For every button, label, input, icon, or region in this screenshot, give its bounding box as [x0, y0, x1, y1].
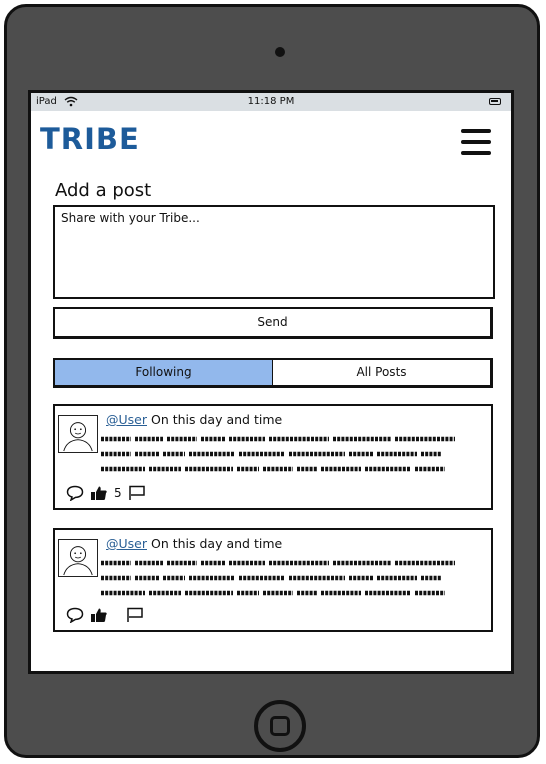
post-actions	[66, 606, 144, 624]
screen: iPad 11:18 PM TRIBE Add a post Send Foll…	[28, 90, 514, 674]
tab-all-posts[interactable]: All Posts	[273, 360, 490, 385]
post-card: @User On this day and time	[53, 528, 493, 632]
comment-icon[interactable]	[66, 485, 84, 501]
user-link[interactable]: @User	[106, 536, 147, 551]
post-body-placeholder	[101, 436, 455, 472]
like-count: 5	[114, 486, 122, 500]
post-input[interactable]	[53, 205, 495, 299]
menu-bar	[461, 129, 491, 133]
menu-bar	[461, 140, 491, 144]
flag-icon[interactable]	[126, 607, 144, 623]
battery-icon	[489, 98, 501, 105]
home-button-inner	[270, 716, 290, 736]
post-actions: 5	[66, 484, 146, 502]
app-logo: TRIBE	[40, 122, 140, 156]
flag-icon[interactable]	[128, 485, 146, 501]
status-bar: iPad 11:18 PM	[31, 93, 511, 111]
post-card: @User On this day and time 5	[53, 404, 493, 510]
post-timestamp: On this day and time	[150, 412, 283, 427]
home-button[interactable]	[254, 700, 306, 752]
avatar	[58, 415, 98, 453]
send-button[interactable]: Send	[53, 307, 493, 339]
camera	[275, 47, 285, 57]
tab-following[interactable]: Following	[55, 360, 273, 385]
post-header: @User On this day and time	[106, 536, 282, 551]
post-body-placeholder	[101, 560, 455, 596]
menu-icon[interactable]	[461, 129, 491, 155]
post-header: @User On this day and time	[106, 412, 282, 427]
feed-tabs: Following All Posts	[53, 358, 493, 388]
comment-icon[interactable]	[66, 607, 84, 623]
post-timestamp: On this day and time	[150, 536, 283, 551]
add-post-title: Add a post	[55, 180, 152, 201]
status-time: 11:18 PM	[247, 96, 295, 107]
menu-bar	[461, 151, 491, 155]
like-icon[interactable]	[90, 607, 108, 623]
like-icon[interactable]	[90, 485, 108, 501]
user-link[interactable]: @User	[106, 412, 147, 427]
avatar	[58, 539, 98, 577]
